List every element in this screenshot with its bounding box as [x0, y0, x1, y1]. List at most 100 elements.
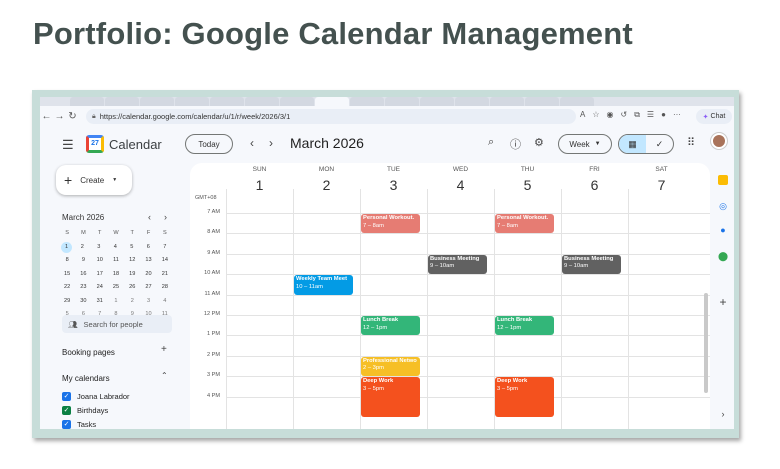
chevron-up-icon[interactable]: ⌃ — [161, 371, 168, 380]
mini-day[interactable]: 5 — [124, 241, 141, 255]
browser-tab[interactable] — [210, 97, 244, 106]
mini-day[interactable]: 1 — [61, 241, 72, 253]
contacts-icon[interactable]: ● — [718, 225, 728, 235]
reload-icon[interactable]: ↻ — [66, 111, 79, 122]
create-button[interactable]: + Create ▼ — [56, 165, 132, 195]
mini-day[interactable]: 3 — [140, 295, 156, 309]
chevron-right-icon[interactable]: › — [269, 136, 273, 150]
search-icon[interactable]: ⌕ — [488, 136, 494, 149]
browser-tab[interactable] — [455, 97, 489, 106]
browser-tab[interactable] — [280, 97, 314, 106]
calendar-event[interactable]: Lunch Break 12 – 1pm — [361, 316, 420, 336]
chevron-right-icon[interactable]: › — [718, 409, 728, 419]
calendar-event[interactable]: Lunch Break 12 – 1pm — [495, 316, 554, 336]
mini-day[interactable]: 13 — [140, 254, 156, 268]
mini-day[interactable]: 6 — [140, 241, 157, 255]
mini-day[interactable]: 24 — [92, 281, 108, 295]
day-date[interactable]: 4 — [427, 177, 494, 193]
eye-icon[interactable]: ◉ — [607, 110, 614, 120]
mini-day[interactable]: 7 — [157, 241, 174, 255]
browser-tab[interactable] — [420, 97, 454, 106]
tasks-icon[interactable]: ◎ — [718, 201, 728, 211]
read-aloud-icon[interactable]: A — [580, 110, 585, 120]
mini-day[interactable]: 28 — [157, 281, 173, 295]
mini-day[interactable]: 26 — [124, 281, 140, 295]
mini-day[interactable]: 2 — [124, 295, 140, 309]
mini-day[interactable]: 4 — [157, 295, 173, 309]
maps-icon[interactable]: ⬤ — [718, 251, 728, 261]
my-calendars-heading[interactable]: My calendars — [62, 374, 110, 383]
star-icon[interactable]: ☆ — [592, 110, 599, 120]
calendar-event[interactable]: Business Meeting 9 – 10am — [428, 254, 487, 275]
mini-day[interactable]: 16 — [75, 268, 91, 282]
calendar-view-icon[interactable]: ▦ — [619, 135, 646, 153]
browser-tab-active[interactable] — [315, 97, 349, 106]
day-date[interactable]: 1 — [226, 177, 293, 193]
browser-tab[interactable] — [525, 97, 559, 106]
browser-tab[interactable] — [105, 97, 139, 106]
mini-day[interactable]: 10 — [92, 254, 108, 268]
mini-day[interactable]: 11 — [108, 254, 124, 268]
profile-icon[interactable]: ● — [661, 110, 666, 120]
day-header[interactable]: MON 2 — [293, 163, 360, 203]
day-date[interactable]: 2 — [293, 177, 360, 193]
calendar-event[interactable]: Personal Workout. 7 – 8am — [361, 214, 420, 234]
refresh-icon[interactable]: ↺ — [621, 110, 628, 120]
mini-day[interactable]: 1 — [108, 295, 124, 309]
chevron-right-icon[interactable]: › — [164, 212, 167, 222]
mini-day[interactable]: 21 — [157, 268, 173, 282]
more-icon[interactable]: ··· — [673, 110, 681, 120]
browser-tab[interactable] — [140, 97, 174, 106]
grid-scrollbar[interactable] — [704, 293, 708, 393]
back-icon[interactable]: ← — [40, 111, 53, 122]
mini-day[interactable]: 17 — [92, 268, 108, 282]
apps-grid-icon[interactable]: ⠿ — [687, 136, 695, 149]
day-date[interactable]: 6 — [561, 177, 628, 193]
browser-tab[interactable] — [70, 97, 104, 106]
calendar-item[interactable]: ✓ Tasks — [62, 420, 96, 429]
plus-icon[interactable]: + — [161, 344, 167, 355]
mini-day[interactable]: 2 — [74, 241, 91, 255]
day-date[interactable]: 7 — [628, 177, 695, 193]
url-field[interactable]: 🔒︎ https://calendar.google.com/calendar/… — [86, 109, 576, 124]
search-people-input[interactable]: 👥︎ Search for people — [62, 315, 172, 333]
mini-day[interactable]: 30 — [75, 295, 91, 309]
day-header[interactable]: THU 5 — [494, 163, 561, 203]
calendar-item[interactable]: ✓ Joana Labrador — [62, 392, 130, 401]
extensions-icon[interactable]: ⧉ — [634, 110, 640, 120]
gear-icon[interactable]: ⚙ — [534, 136, 544, 149]
favorites-icon[interactable]: ☰ — [647, 110, 654, 120]
checkbox-icon[interactable]: ✓ — [62, 406, 71, 415]
mini-day[interactable]: 29 — [59, 295, 75, 309]
mini-day[interactable]: 20 — [140, 268, 156, 282]
browser-tab[interactable] — [490, 97, 524, 106]
mini-day[interactable]: 22 — [59, 281, 75, 295]
day-date[interactable]: 3 — [360, 177, 427, 193]
day-header[interactable]: FRI 6 — [561, 163, 628, 203]
calendar-event[interactable]: Professional Netwo 2 – 3pm — [361, 356, 420, 377]
mini-day[interactable]: 4 — [107, 241, 124, 255]
browser-tab[interactable] — [350, 97, 384, 106]
mini-day[interactable]: 9 — [75, 254, 91, 268]
today-button[interactable]: Today — [185, 134, 233, 154]
mini-day[interactable]: 12 — [124, 254, 140, 268]
mini-day[interactable]: 15 — [59, 268, 75, 282]
tasks-view-icon[interactable]: ✓ — [646, 135, 673, 153]
mini-day[interactable]: 19 — [124, 268, 140, 282]
day-header[interactable]: WED 4 — [427, 163, 494, 203]
mini-day[interactable]: 23 — [75, 281, 91, 295]
view-select-button[interactable]: Week ▼ — [558, 134, 612, 154]
chevron-left-icon[interactable]: ‹ — [148, 212, 151, 222]
browser-tab[interactable] — [175, 97, 209, 106]
mini-day[interactable]: 31 — [92, 295, 108, 309]
mini-day[interactable]: 25 — [108, 281, 124, 295]
chat-button[interactable]: ✦ Chat — [696, 109, 732, 124]
hamburger-icon[interactable]: ☰ — [62, 137, 74, 153]
mini-day[interactable]: 27 — [140, 281, 156, 295]
browser-tab[interactable] — [385, 97, 419, 106]
mini-day[interactable]: 8 — [59, 254, 75, 268]
day-header[interactable]: TUE 3 — [360, 163, 427, 203]
forward-icon[interactable]: → — [53, 111, 66, 122]
calendar-event[interactable]: Deep Work 3 – 5pm — [361, 377, 420, 417]
calendar-item[interactable]: ✓ Birthdays — [62, 406, 108, 415]
